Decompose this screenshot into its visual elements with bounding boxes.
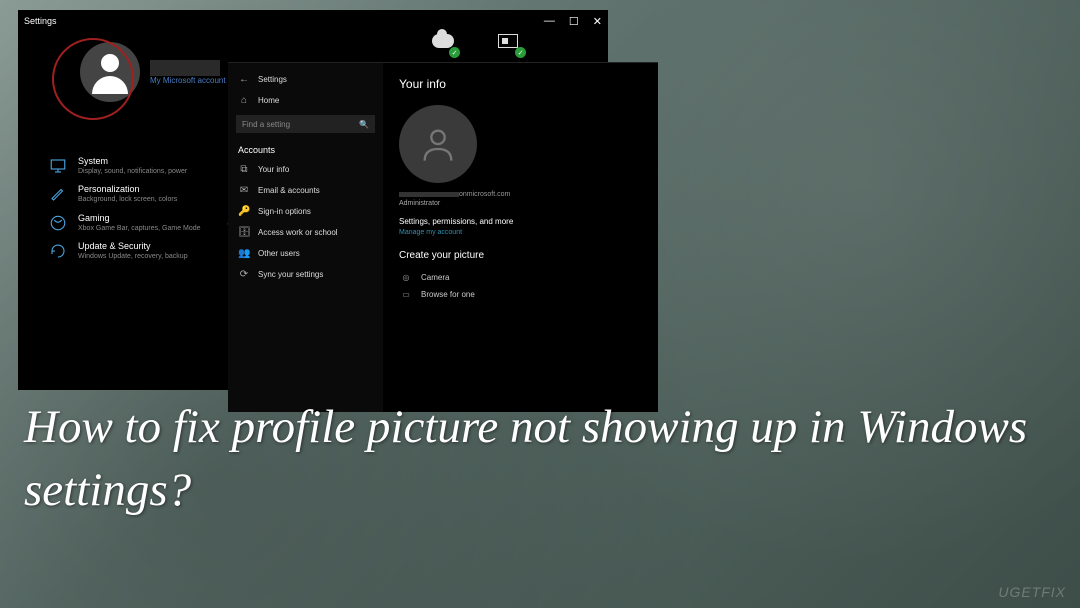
sidebar-item-work-school[interactable]: 🗄Access work or school: [228, 222, 383, 243]
search-icon: 🔍: [359, 120, 369, 129]
page-title: Your info: [399, 77, 642, 91]
minimize-button[interactable]: —: [544, 15, 555, 28]
cloud-icon: [432, 34, 454, 48]
sidebar-section-accounts: Accounts: [228, 137, 383, 159]
home-icon: ⌂: [238, 95, 250, 106]
sync-status-icons: ✓ ✓: [432, 34, 522, 54]
tile-gaming[interactable]: GamingXbox Game Bar, captures, Game Mode: [48, 213, 225, 233]
screen-icon: [498, 34, 518, 48]
close-button[interactable]: ✕: [593, 15, 602, 28]
watermark: UGETFIX: [998, 584, 1066, 600]
update-icon: [48, 241, 68, 261]
camera-option[interactable]: ◎Camera: [399, 269, 642, 286]
search-settings-input[interactable]: Find a setting 🔍: [236, 115, 375, 133]
monitor-icon: [48, 156, 68, 176]
tile-personalization[interactable]: PersonalizationBackground, lock screen, …: [48, 184, 225, 204]
tile-update-security[interactable]: Update & SecurityWindows Update, recover…: [48, 241, 225, 261]
sidebar-item-sync[interactable]: ⟳Sync your settings: [228, 264, 383, 285]
large-avatar-icon: [399, 105, 477, 183]
check-badge-icon: ✓: [515, 47, 526, 58]
sync-icon: ⟳: [238, 269, 250, 280]
avatar-icon: [80, 42, 140, 102]
settings-accounts-window: ← Settings ⌂ Home Find a setting 🔍 Accou…: [228, 62, 658, 412]
sync-status[interactable]: ✓: [498, 34, 522, 54]
sidebar-item-your-info[interactable]: ⧉Your info: [228, 159, 383, 180]
brush-icon: [48, 184, 68, 204]
manage-account-link[interactable]: Manage my account: [399, 229, 642, 236]
briefcase-icon: 🗄: [238, 227, 250, 238]
check-badge-icon: ✓: [449, 47, 460, 58]
onedrive-status[interactable]: ✓: [432, 34, 456, 54]
username-redacted: [150, 60, 220, 76]
create-picture-heading: Create your picture: [399, 250, 642, 261]
settings-sidebar: ← Settings ⌂ Home Find a setting 🔍 Accou…: [228, 63, 383, 412]
account-email: onmicrosoft.com: [399, 191, 642, 198]
settings-subheading: Settings, permissions, and more: [399, 217, 642, 226]
article-headline: How to fix profile picture not showing u…: [24, 396, 1056, 523]
maximize-button[interactable]: ☐: [569, 15, 579, 28]
window-title: Settings: [24, 16, 57, 26]
tile-system[interactable]: SystemDisplay, sound, notifications, pow…: [48, 156, 225, 176]
your-info-content: Your info onmicrosoft.com Administrator …: [383, 63, 658, 412]
sidebar-item-other-users[interactable]: 👥Other users: [228, 243, 383, 264]
back-arrow-icon: ←: [238, 74, 250, 85]
back-button[interactable]: ← Settings: [228, 69, 383, 90]
xbox-icon: [48, 213, 68, 233]
sidebar-item-email[interactable]: ✉Email & accounts: [228, 180, 383, 201]
sidebar-item-signin[interactable]: 🔑Sign-in options: [228, 201, 383, 222]
users-icon: 👥: [238, 248, 250, 259]
id-icon: ⧉: [238, 164, 250, 175]
camera-icon: ◎: [399, 273, 413, 282]
account-role: Administrator: [399, 200, 642, 207]
titlebar: Settings — ☐ ✕: [18, 10, 608, 32]
home-link[interactable]: ⌂ Home: [228, 90, 383, 111]
search-placeholder: Find a setting: [242, 120, 290, 129]
folder-icon: ▭: [399, 290, 413, 299]
key-icon: 🔑: [238, 206, 250, 217]
browse-option[interactable]: ▭Browse for one: [399, 286, 642, 303]
mail-icon: ✉: [238, 185, 250, 196]
microsoft-account-link[interactable]: My Microsoft account: [150, 76, 226, 85]
